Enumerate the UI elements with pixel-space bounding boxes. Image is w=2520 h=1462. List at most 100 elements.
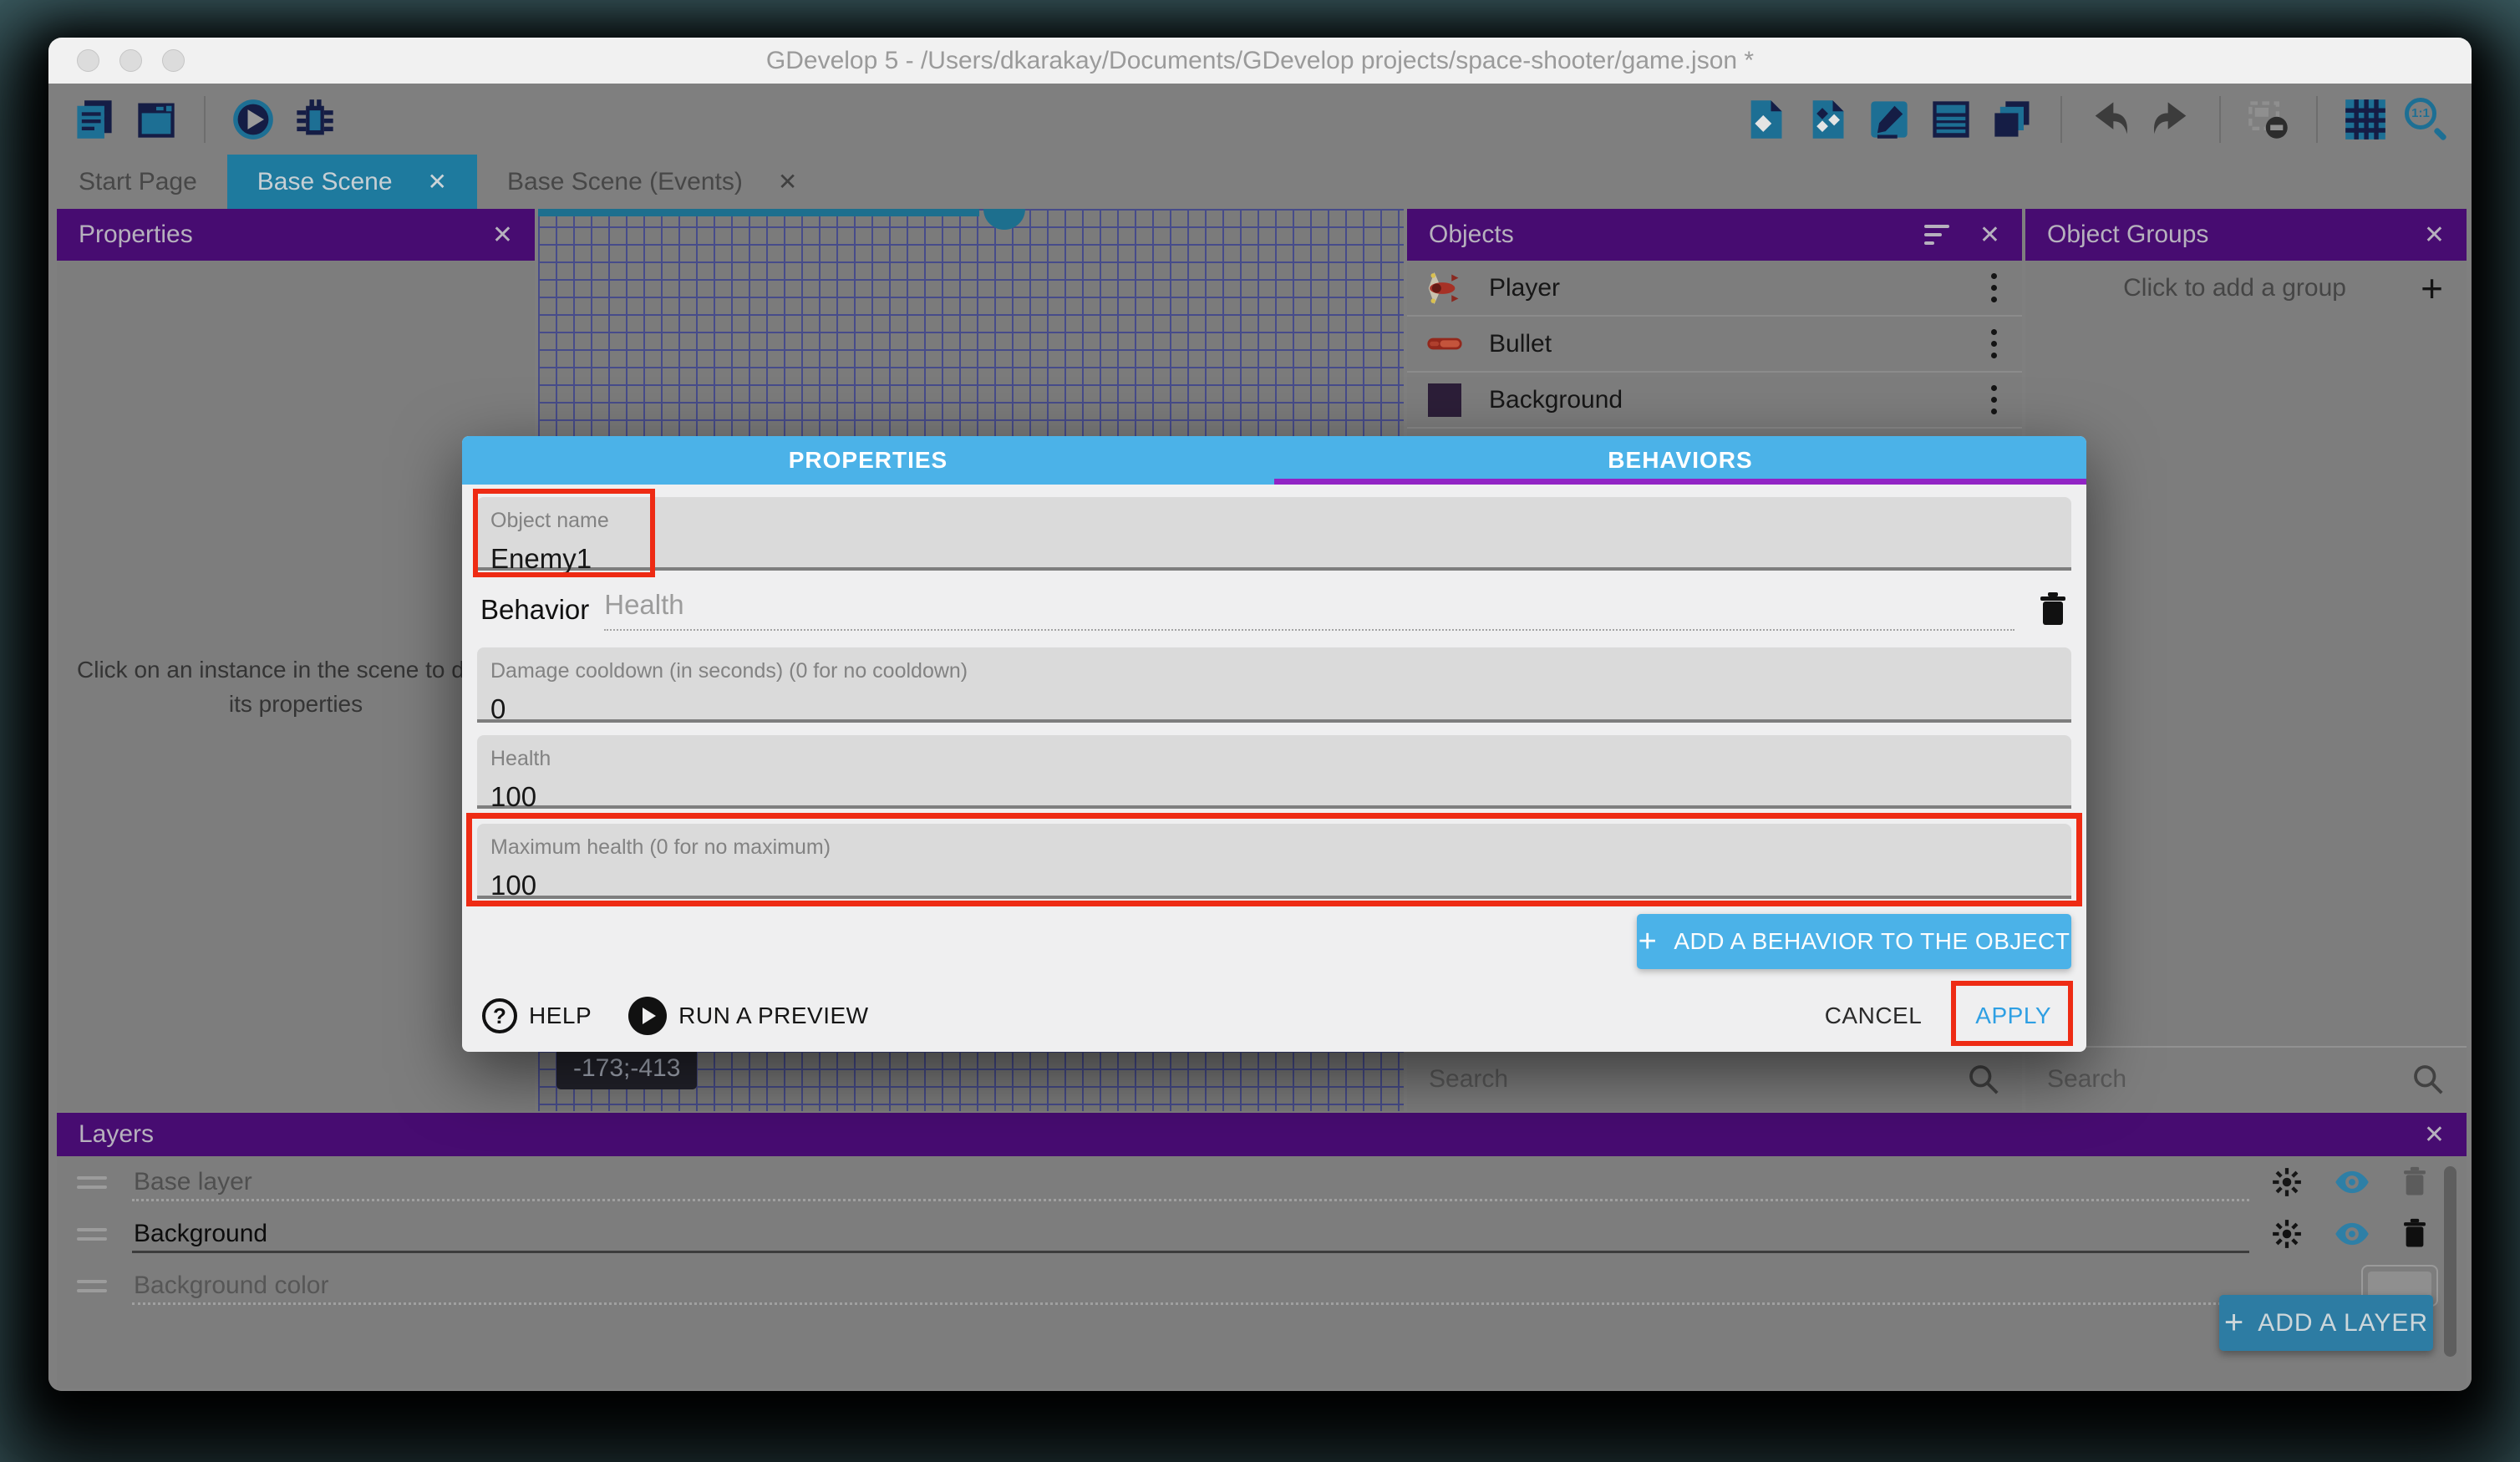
objects-search-input[interactable] [1429,1065,1967,1094]
object-name-field[interactable]: Object name Enemy1 [477,497,2071,571]
object-menu-button[interactable] [1984,382,2004,418]
field-value[interactable]: 100 [490,781,2058,813]
delete-behavior-trash-icon[interactable] [2038,591,2068,628]
toggle-instances-mask-button[interactable] [2244,95,2293,144]
search-icon [1967,1063,2000,1096]
properties-panel-header: Properties ✕ [57,209,535,261]
layer-underline [132,1251,2249,1253]
drag-handle-icon[interactable] [77,1222,107,1246]
help-button[interactable]: HELP [529,1003,592,1029]
tab-label: Base Scene [257,168,393,196]
behavior-name[interactable]: Health [604,589,683,621]
field-label: Maximum health (0 for no maximum) [490,835,2058,860]
layer-row-background-color[interactable]: Background color [57,1260,2467,1312]
object-menu-button[interactable] [1984,326,2004,362]
tab-behaviors[interactable]: BEHAVIORS [1274,436,2086,485]
layer-visibility-eye-icon[interactable] [2335,1169,2370,1195]
plus-icon: + [2224,1304,2244,1342]
object-row-player[interactable]: Player [1407,261,2022,317]
panel-title: Properties [79,221,193,249]
layers-panel-header: Layers ✕ [57,1113,2467,1156]
scene-scrollbar-knob[interactable] [983,209,1025,230]
apply-button[interactable]: APPLY [1960,991,2066,1041]
background-object-icon [1425,381,1464,419]
run-preview-icon[interactable] [628,997,667,1035]
open-instances-panel-button[interactable] [1803,95,1852,144]
delete-layer-trash-icon[interactable] [2401,1218,2428,1250]
plus-icon[interactable]: + [2421,269,2443,307]
layers-scrollbar[interactable] [2444,1166,2456,1357]
field-label: Damage cooldown (in seconds) (0 for no c… [490,659,2058,683]
panel-title: Object Groups [2047,221,2208,249]
close-tab-icon[interactable]: ✕ [778,168,797,195]
grid-icon [2344,98,2387,141]
layer-row-base[interactable]: Base layer [57,1156,2467,1208]
close-panel-icon[interactable]: ✕ [492,221,513,250]
undo-button[interactable] [2086,95,2134,144]
layer-row-background[interactable]: Background [57,1208,2467,1260]
layer-visibility-eye-icon[interactable] [2335,1221,2370,1247]
redo-icon [2150,98,2193,141]
object-row-background[interactable]: Background [1407,373,2022,429]
add-group-row[interactable]: Click to add a group + [2025,261,2467,316]
project-manager-button[interactable] [70,95,119,144]
minimize-window-button[interactable] [119,49,142,72]
delete-layer-trash-icon[interactable] [2401,1166,2428,1198]
launch-preview-button[interactable] [229,95,277,144]
scene-horizontal-scrollbar[interactable] [538,209,979,216]
close-panel-icon[interactable]: ✕ [1979,221,2000,250]
edit-scene-button[interactable] [1865,95,1913,144]
open-properties-list-button[interactable] [1927,95,1975,144]
damage-cooldown-field[interactable]: Damage cooldown (in seconds) (0 for no c… [477,647,2071,723]
redo-button[interactable] [2147,95,2196,144]
filter-icon[interactable] [1924,225,1949,245]
object-row-bullet[interactable]: Bullet [1407,317,2022,373]
close-panel-icon[interactable]: ✕ [2424,221,2445,250]
layer-name[interactable]: Base layer [134,1168,252,1196]
add-behavior-button[interactable]: + ADD A BEHAVIOR TO THE OBJECT [1637,914,2071,969]
add-behavior-label: ADD A BEHAVIOR TO THE OBJECT [1674,928,2070,955]
layer-effects-icon[interactable] [2271,1218,2303,1250]
debugger-chip-icon [293,98,337,141]
object-menu-button[interactable] [1984,270,2004,306]
start-page-button[interactable] [132,95,180,144]
toggle-grid-button[interactable] [2341,95,2390,144]
zoom-reset-button[interactable]: 1:1 [2403,96,2450,143]
run-preview-button[interactable]: RUN A PREVIEW [678,1003,868,1029]
drag-handle-icon[interactable] [77,1274,107,1298]
maximize-window-button[interactable] [162,49,185,72]
drag-handle-icon[interactable] [77,1170,107,1195]
zoom-ratio-label: 1:1 [2411,106,2430,120]
layer-effects-icon[interactable] [2271,1166,2303,1198]
main-toolbar: 1:1 [48,84,2472,155]
field-value[interactable]: 0 [490,693,2058,725]
zoom-one-to-one-icon: 1:1 [2405,98,2436,129]
tab-start-page[interactable]: Start Page [48,155,227,209]
maximum-health-field[interactable]: Maximum health (0 for no maximum) 100 [477,824,2071,899]
close-panel-icon[interactable]: ✕ [2424,1120,2445,1150]
help-icon[interactable]: ? [482,998,517,1033]
tab-base-scene-events[interactable]: Base Scene (Events) ✕ [477,155,827,209]
debug-button[interactable] [291,95,339,144]
behavior-name-field[interactable]: Health [604,589,2014,631]
play-icon [231,98,275,141]
plus-icon: + [1639,924,1658,960]
open-objects-panel-button[interactable] [1741,95,1790,144]
tab-base-scene[interactable]: Base Scene ✕ [227,155,477,209]
close-tab-icon[interactable]: ✕ [428,168,447,195]
field-value[interactable]: Enemy1 [490,543,2058,575]
dialog-body: Object name Enemy1 Behavior Health Damag… [462,497,2086,1042]
health-field[interactable]: Health 100 [477,735,2071,809]
field-value[interactable]: 100 [490,870,2058,901]
cancel-button[interactable]: CANCEL [1810,991,1938,1041]
open-layers-panel-button[interactable] [1989,95,2037,144]
close-window-button[interactable] [77,49,99,72]
groups-search-input[interactable] [2047,1065,2411,1094]
tab-label: Base Scene (Events) [507,168,743,196]
layer-name[interactable]: Background [134,1220,267,1248]
bullet-object-icon [1425,325,1464,363]
add-layer-label: ADD A LAYER [2258,1309,2428,1338]
object-groups-panel: Object Groups ✕ Click to add a group + [2025,209,2467,1111]
add-layer-button[interactable]: + ADD A LAYER [2219,1295,2433,1351]
tab-properties[interactable]: PROPERTIES [462,436,1274,485]
